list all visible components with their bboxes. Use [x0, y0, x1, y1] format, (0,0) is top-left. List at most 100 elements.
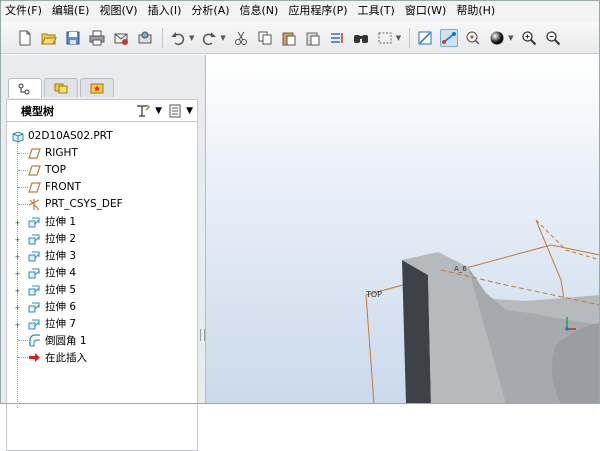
- select-box-icon[interactable]: [376, 29, 394, 47]
- tree-item-extrude-3[interactable]: 拉伸 3: [27, 247, 76, 263]
- datum-plane-toggle-icon[interactable]: [416, 29, 434, 47]
- model-tree-tools: ▼ ▼: [135, 103, 197, 118]
- toolbar-separator: [409, 27, 411, 48]
- undo-icon[interactable]: [169, 29, 187, 47]
- extrude-icon: [27, 265, 41, 279]
- regenerate-icon[interactable]: [328, 29, 346, 47]
- tree-item-csys[interactable]: PRT_CSYS_DEF: [27, 196, 123, 212]
- paste-icon[interactable]: [280, 29, 298, 47]
- graphics-viewport[interactable]: TOP A_6: [206, 55, 600, 404]
- extrude-icon: [27, 231, 41, 245]
- copy-icon[interactable]: [256, 29, 274, 47]
- tree-item-right[interactable]: RIGHT: [27, 145, 78, 161]
- send-icon[interactable]: [136, 29, 154, 47]
- tree-item-insert-here[interactable]: 在此插入: [27, 349, 87, 365]
- menu-insert[interactable]: 插入(I): [143, 0, 187, 22]
- tree-item-label: TOP: [45, 164, 67, 176]
- tab-favorites[interactable]: [80, 78, 114, 97]
- tree-item-front[interactable]: FRONT: [27, 179, 81, 195]
- print-icon[interactable]: [88, 29, 106, 47]
- menu-tools[interactable]: 工具(T): [353, 0, 400, 22]
- tree-item-extrude-6[interactable]: 拉伸 6: [27, 298, 76, 314]
- menu-help[interactable]: 帮助(H): [451, 0, 500, 22]
- extrude-icon: [27, 282, 41, 296]
- part-dark-face[interactable]: [402, 260, 431, 404]
- tree-item-extrude-1[interactable]: 拉伸 1: [27, 213, 76, 229]
- tab-folder-browser[interactable]: [44, 78, 78, 97]
- menu-analysis[interactable]: 分析(A): [186, 0, 234, 22]
- tree-settings-icon[interactable]: [135, 103, 151, 118]
- tree-item-label: 拉伸 4: [45, 266, 77, 279]
- tree-item-label: 倒圆角 1: [45, 334, 87, 347]
- select-dropdown-icon[interactable]: ▼: [396, 34, 401, 42]
- open-icon[interactable]: [40, 29, 58, 47]
- expand-icon[interactable]: +: [14, 288, 21, 295]
- datum-plane-icon: [27, 146, 41, 160]
- expand-icon[interactable]: +: [14, 254, 21, 261]
- model-scene: TOP A_6: [365, 219, 600, 404]
- menu-file[interactable]: 文件(F): [0, 0, 47, 22]
- datum-plane-icon: [27, 180, 41, 194]
- tree-item-extrude-7[interactable]: 拉伸 7: [27, 315, 76, 331]
- shading-dropdown-icon[interactable]: ▼: [508, 34, 513, 42]
- menu-applications[interactable]: 应用程序(P): [283, 0, 352, 22]
- cut-icon[interactable]: [232, 29, 250, 47]
- menu-view[interactable]: 视图(V): [94, 0, 142, 22]
- new-icon[interactable]: [16, 29, 34, 47]
- save-icon[interactable]: [64, 29, 82, 47]
- tree-item-extrude-2[interactable]: 拉伸 2: [27, 230, 76, 246]
- paste-special-icon[interactable]: [304, 29, 322, 47]
- model-tree-header: 模型树 ▼ ▼: [6, 99, 198, 121]
- expand-icon[interactable]: +: [14, 237, 21, 244]
- tree-item-label: 拉伸 5: [45, 283, 77, 296]
- csys-icon: [27, 197, 41, 211]
- shading-icon[interactable]: [488, 29, 506, 47]
- model-tree-title: 模型树: [21, 104, 54, 118]
- panel-splitter[interactable]: [198, 99, 206, 451]
- axis-label-a6: A_6: [454, 265, 467, 273]
- expand-icon[interactable]: +: [14, 305, 21, 312]
- round-icon: [27, 333, 41, 347]
- datum-point-toggle-icon[interactable]: [464, 29, 482, 47]
- extrude-icon: [27, 214, 41, 228]
- expand-icon[interactable]: +: [14, 322, 21, 329]
- menu-bar: 文件(F) 编辑(E) 视图(V) 插入(I) 分析(A) 信息(N) 应用程序…: [0, 0, 600, 22]
- email-icon[interactable]: [112, 29, 130, 47]
- menu-edit[interactable]: 编辑(E): [47, 0, 95, 22]
- tree-item-label: 拉伸 7: [45, 317, 77, 330]
- redo-dropdown-icon[interactable]: ▼: [220, 34, 225, 42]
- tree-settings-dropdown-icon[interactable]: ▼: [155, 106, 162, 116]
- tree-item-label: 在此插入: [45, 351, 87, 364]
- tree-item-label: 拉伸 3: [45, 249, 77, 262]
- extrude-icon: [27, 299, 41, 313]
- find-icon[interactable]: [352, 29, 370, 47]
- zoom-in-icon[interactable]: [520, 29, 538, 47]
- model-tree: 02D10AS02.PRT RIGHT TOP FRONT PRT_CSYS_D…: [6, 121, 198, 451]
- tree-item-label: 02D10AS02.PRT: [28, 130, 113, 142]
- tree-show-dropdown-icon[interactable]: ▼: [186, 106, 193, 116]
- navigator-panel: 模型树 ▼ ▼ 02D10AS02.PRT RIGHT TOP FRONT PR…: [0, 55, 206, 451]
- expand-icon[interactable]: +: [14, 220, 21, 227]
- toolbar-separator: [162, 27, 163, 48]
- tree-item-extrude-4[interactable]: 拉伸 4: [27, 264, 76, 280]
- splitter-grip: [200, 329, 205, 341]
- expand-icon[interactable]: +: [14, 271, 21, 278]
- undo-dropdown-icon[interactable]: ▼: [189, 34, 194, 42]
- tab-model-tree[interactable]: [8, 78, 42, 98]
- tree-item-round-1[interactable]: 倒圆角 1: [27, 332, 87, 348]
- menu-window[interactable]: 窗口(W): [400, 0, 451, 22]
- main-toolbar: ▼ ▼ ▼ ▼: [0, 22, 600, 54]
- tree-item-extrude-5[interactable]: 拉伸 5: [27, 281, 76, 297]
- redo-icon[interactable]: [200, 29, 218, 47]
- menu-info[interactable]: 信息(N): [235, 0, 284, 22]
- tree-item-label: RIGHT: [45, 147, 78, 159]
- datum-axis-toggle-icon[interactable]: [440, 28, 459, 47]
- navigator-tabs: [8, 78, 116, 98]
- insert-here-icon: [27, 350, 41, 364]
- tree-item-part[interactable]: 02D10AS02.PRT: [10, 128, 113, 144]
- tree-show-icon[interactable]: [168, 104, 182, 118]
- tree-item-label: 拉伸 6: [45, 300, 77, 313]
- tree-item-top[interactable]: TOP: [27, 162, 66, 178]
- tree-item-label: 拉伸 2: [45, 232, 77, 245]
- zoom-out-icon[interactable]: [544, 29, 562, 47]
